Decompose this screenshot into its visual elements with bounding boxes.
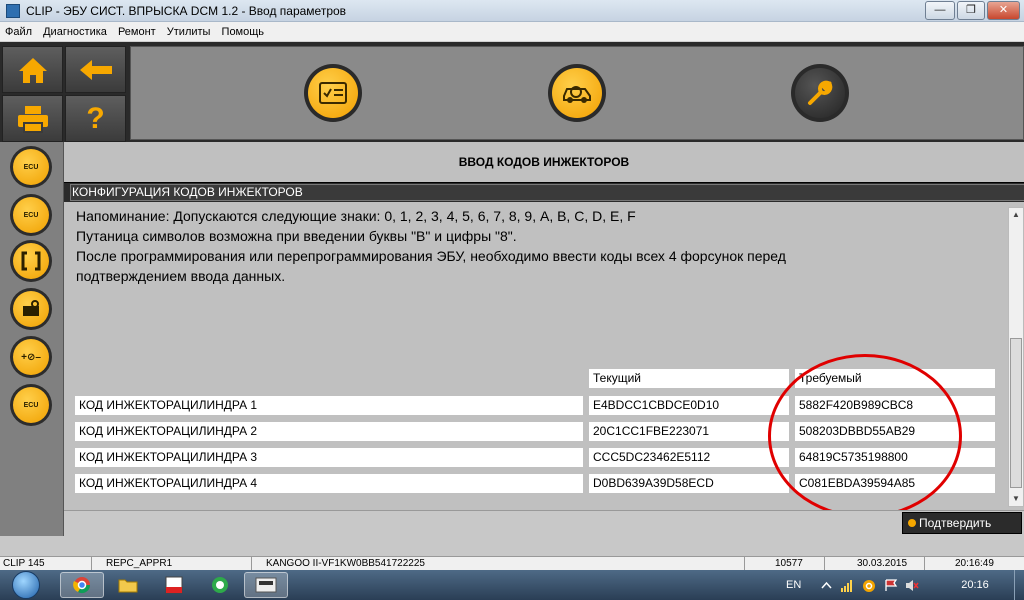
ecu-plug-icon: ECU [13, 387, 49, 423]
language-indicator[interactable]: EN [786, 570, 801, 600]
windows-start-icon [12, 571, 40, 599]
content-panel: Напоминание: Допускаются следующие знаки… [64, 202, 1024, 510]
green-app-icon [212, 577, 228, 593]
volume-muted-icon[interactable] [905, 579, 919, 592]
print-button[interactable] [2, 95, 63, 142]
home-icon [18, 57, 47, 83]
section-title: КОНФИГУРАЦИЯ КОДОВ ИНЖЕКТОРОВ [70, 184, 1024, 201]
checklist-button[interactable] [304, 64, 362, 122]
ecu-info-icon: ECU [13, 149, 49, 185]
scroll-thumb[interactable] [1010, 338, 1022, 488]
bottom-panel [0, 536, 1024, 556]
injector-label-4: КОД ИНЖЕКТОРАЦИЛИНДРА 4 [75, 474, 583, 493]
chrome-icon [73, 577, 91, 594]
help-button[interactable]: ? [65, 95, 126, 142]
status-repc: REPC_APPR1 [92, 557, 252, 570]
taskbar-clip-app[interactable] [244, 572, 288, 598]
alt-app-icon [165, 576, 183, 594]
close-button[interactable]: ✕ [987, 1, 1020, 20]
show-desktop-button[interactable] [1014, 570, 1024, 600]
mail-at-icon[interactable] [862, 579, 875, 592]
sidebar: ECU ECU +⊘– ECU [0, 142, 64, 557]
back-button[interactable] [65, 46, 126, 93]
injector-label-3: КОД ИНЖЕКТОРАЦИЛИНДРА 3 [75, 448, 583, 467]
column-header-required: Требуемый [795, 369, 995, 388]
injector-current-1: E4BDCC1CBDCE0D10 [589, 396, 789, 415]
plus-minus-icon: +⊘– [13, 339, 49, 375]
taskbar: EN 20:16 [0, 570, 1024, 600]
taskbar-green-app[interactable] [198, 572, 242, 598]
note-line: подтверждением ввода данных. [76, 268, 286, 284]
explorer-folder-icon [118, 579, 138, 593]
engine-key-icon [13, 291, 49, 327]
clip-app-icon [255, 577, 277, 593]
minimize-button[interactable]: — [925, 1, 955, 20]
injector-required-2[interactable]: 508203DBBD55AB29 [795, 422, 995, 441]
injector-required-3[interactable]: 64819C5735198800 [795, 448, 995, 467]
injector-current-4: D0BD639A39D58ECD [589, 474, 789, 493]
maximize-button[interactable]: ❐ [957, 1, 985, 20]
injector-current-2: 20C1CC1FBE223071 [589, 422, 789, 441]
status-vehicle: KANGOO II-VF1KW0BB541722225 [252, 557, 745, 570]
taskbar-explorer[interactable] [106, 572, 150, 598]
wrench-button[interactable] [791, 64, 849, 122]
sidebar-item-bracket[interactable] [10, 240, 52, 282]
sidebar-item-ecu-plug[interactable]: ECU [10, 384, 52, 426]
printer-icon [17, 105, 48, 133]
footer-strip [64, 510, 1024, 536]
injector-label-1: КОД ИНЖЕКТОРАЦИЛИНДРА 1 [75, 396, 583, 415]
status-code: 10577 [745, 557, 825, 570]
note-line: Путаница символов возможна при введении … [76, 228, 517, 244]
status-time: 20:16:49 [955, 558, 994, 569]
checklist-icon [319, 82, 347, 104]
menu-help[interactable]: Помощь [217, 22, 268, 38]
menu-repair[interactable]: Ремонт [113, 22, 159, 38]
menu-diagnostics[interactable]: Диагностика [38, 22, 110, 38]
wrench-icon [808, 80, 833, 105]
injector-current-3: CCC5DC23462E5112 [589, 448, 789, 467]
section-header: КОНФИГУРАЦИЯ КОДОВ ИНЖЕКТОРОВ [64, 182, 1024, 202]
vertical-scrollbar[interactable]: ▲ ▼ [1008, 207, 1024, 507]
confirm-button[interactable]: Подтвердить [902, 512, 1022, 534]
home-button[interactable] [2, 46, 63, 93]
vehicle-diagnostic-button[interactable] [548, 64, 606, 122]
note-line: После программирования или перепрограмми… [76, 248, 786, 264]
taskbar-chrome[interactable] [60, 572, 104, 598]
injector-required-4[interactable]: C081EBDA39594A85 [795, 474, 995, 493]
status-date: 30.03.2015 [825, 557, 925, 570]
scroll-up-icon[interactable]: ▲ [1009, 208, 1023, 222]
vehicle-diagnostic-icon [563, 86, 591, 103]
ecu-edit-icon: ECU [13, 197, 49, 233]
scroll-down-icon[interactable]: ▼ [1009, 492, 1023, 506]
menu-bar: Файл Диагностика Ремонт Утилиты Помощь [0, 22, 1024, 42]
network-icon[interactable] [840, 579, 853, 592]
notes-text: Напоминание: Допускаются следующие знаки… [76, 206, 966, 286]
status-bar: CLIP 145 REPC_APPR1 KANGOO II-VF1KW0BB54… [0, 556, 1024, 570]
flag-icon[interactable] [884, 579, 898, 592]
sidebar-item-engine-key[interactable] [10, 288, 52, 330]
menu-utilities[interactable]: Утилиты [162, 22, 214, 38]
menu-file[interactable]: Файл [0, 22, 35, 38]
taskbar-clock[interactable]: 20:16 [950, 570, 1000, 600]
note-line: Напоминание: Допускаются следующие знаки… [76, 208, 636, 224]
back-arrow-icon [79, 59, 112, 80]
sidebar-item-ecu-info[interactable]: ECU [10, 146, 52, 188]
sidebar-item-ecu-edit[interactable]: ECU [10, 194, 52, 236]
start-button[interactable] [2, 571, 56, 599]
taskbar-alt-app[interactable] [152, 572, 196, 598]
column-header-current: Текущий [589, 369, 789, 388]
status-clip: CLIP 145 [0, 557, 92, 570]
tray-expand-icon[interactable] [820, 579, 833, 592]
injector-required-1[interactable]: 5882F420B989CBC8 [795, 396, 995, 415]
window-title: CLIP - ЭБУ СИСТ. ВПРЫСКА DCM 1.2 - Ввод … [26, 4, 347, 18]
page-title: ВВОД КОДОВ ИНЖЕКТОРОВ [64, 142, 1024, 182]
help-label: ? [86, 101, 105, 135]
title-bar: CLIP - ЭБУ СИСТ. ВПРЫСКА DCM 1.2 - Ввод … [0, 0, 1024, 22]
bracket-icon [13, 243, 49, 279]
app-icon [6, 4, 20, 18]
injector-label-2: КОД ИНЖЕКТОРАЦИЛИНДРА 2 [75, 422, 583, 441]
sidebar-item-plus-minus[interactable]: +⊘– [10, 336, 52, 378]
